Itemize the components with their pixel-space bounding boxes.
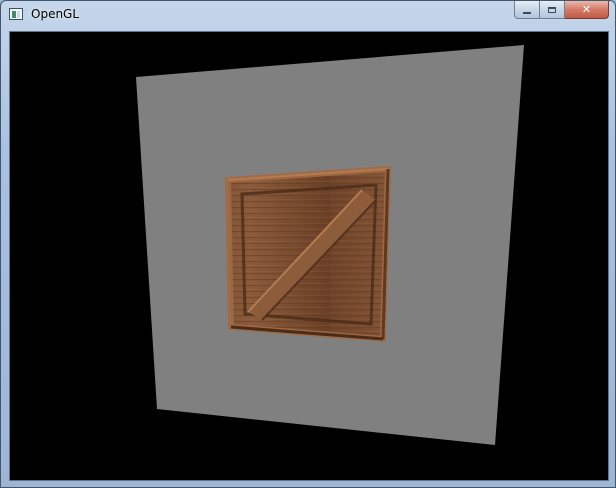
maximize-icon: [548, 6, 556, 13]
caption-buttons: ✕: [514, 1, 609, 21]
opengl-window: OpenGL ✕: [0, 0, 616, 488]
title-bar[interactable]: OpenGL ✕: [1, 1, 615, 29]
app-icon[interactable]: [9, 8, 23, 20]
maximize-button[interactable]: [540, 1, 565, 19]
wooden-crate: [224, 165, 392, 343]
minimize-icon: [523, 11, 531, 14]
close-button[interactable]: ✕: [565, 1, 609, 19]
scene-canvas: [136, 45, 524, 445]
minimize-button[interactable]: [514, 1, 540, 19]
opengl-viewport[interactable]: [9, 31, 609, 481]
close-icon: ✕: [581, 3, 592, 16]
window-title: OpenGL: [31, 7, 80, 21]
